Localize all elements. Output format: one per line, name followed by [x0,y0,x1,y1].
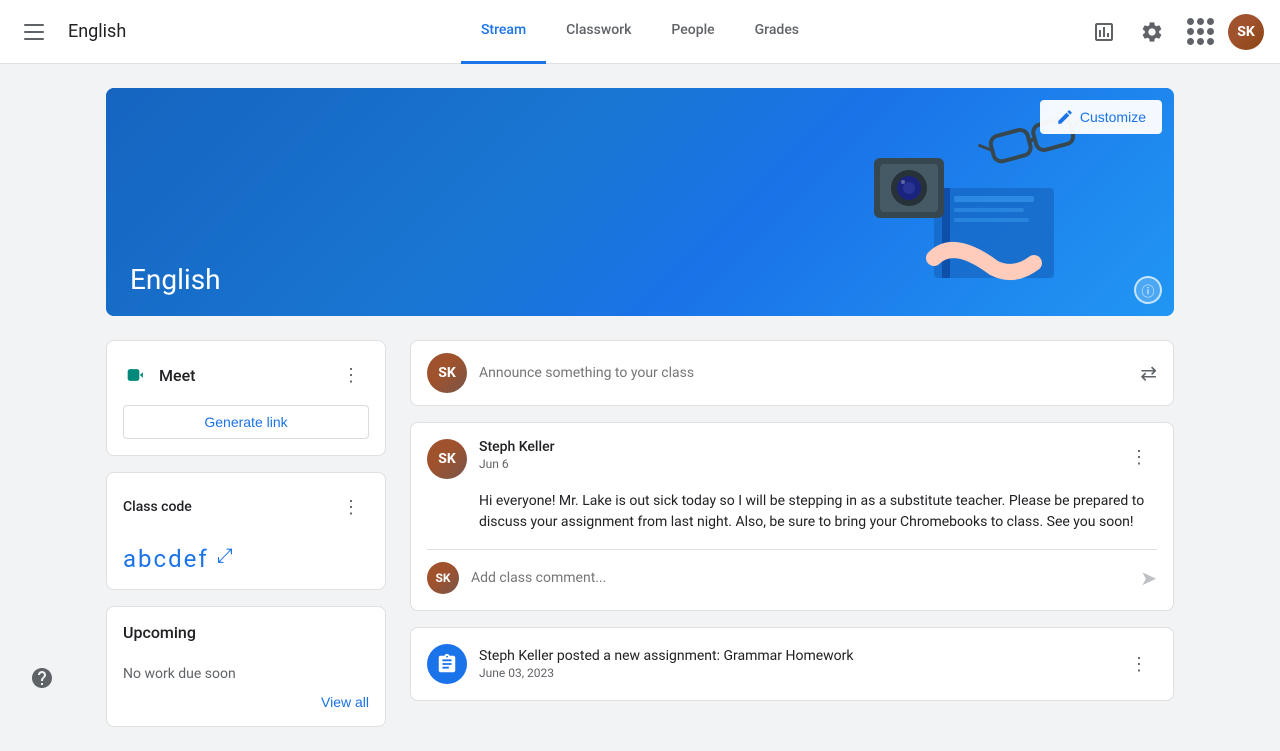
class-code-card: Class code ⋮ abcdef ⤢ [106,472,386,590]
apps-icon [1187,18,1214,45]
post-author: Steph Keller [479,439,1109,455]
post-more-button[interactable]: ⋮ [1121,439,1157,475]
send-icon[interactable]: ➤ [1140,566,1157,590]
share-icon[interactable]: ⇄ [1140,361,1157,385]
meet-more-button[interactable]: ⋮ [333,357,369,393]
comment-avatar: SK [427,562,459,594]
meet-header: Meet [123,361,195,389]
class-code-more-button[interactable]: ⋮ [333,489,369,525]
meet-card: Meet ⋮ Generate link [106,340,386,456]
sidebar: Meet ⋮ Generate link Class code ⋮ abcdef… [106,340,386,727]
class-code-header: Class code ⋮ [123,489,369,525]
class-code-value: abcdef [123,545,209,573]
main-navigation: Stream Classwork People Grades [196,0,1084,64]
expand-icon[interactable]: ⤢ [217,543,233,567]
meet-label: Meet [159,366,195,385]
chart-button[interactable] [1084,12,1124,52]
tab-classwork[interactable]: Classwork [546,0,651,64]
no-work-text: No work due soon [123,666,369,682]
hamburger-menu-button[interactable] [16,12,56,52]
upcoming-title: Upcoming [123,623,196,642]
generate-link-button[interactable]: Generate link [123,405,369,439]
assignment-date: June 03, 2023 [479,666,1109,680]
meet-card-header: Meet ⋮ [123,357,369,393]
assignment-icon [427,644,467,684]
post-date: Jun 6 [479,457,1109,471]
assignment-title: Steph Keller posted a new assignment: Gr… [479,648,1109,664]
upcoming-card: Upcoming No work due soon View all [106,606,386,727]
tab-people[interactable]: People [651,0,734,64]
assignment-header: Steph Keller posted a new assignment: Gr… [427,644,1157,684]
class-code-label: Class code [123,499,192,515]
chart-icon [1092,20,1116,44]
class-code-row: abcdef ⤢ [123,537,369,573]
app-header: English Stream Classwork People Grades S… [0,0,1280,64]
stream-area: SK ⇄ SK Steph Keller Jun 6 ⋮ Hi everyone… [410,340,1174,727]
banner-info-button[interactable]: ⓘ [1134,276,1162,304]
announce-avatar: SK [427,353,467,393]
clipboard-icon [436,653,458,675]
header-left: English [16,12,196,52]
comment-input[interactable] [471,570,1128,586]
main-content: Customize English ⓘ Meet [90,64,1190,751]
help-button[interactable] [24,660,60,696]
assignment-more-button[interactable]: ⋮ [1121,646,1157,682]
pencil-icon [1056,108,1074,126]
tab-grades[interactable]: Grades [735,0,819,64]
help-icon [30,666,54,690]
hamburger-icon [24,20,48,44]
banner-illustration [794,108,1114,308]
tab-stream[interactable]: Stream [461,0,546,64]
comment-area: SK ➤ [427,549,1157,594]
assignment-card: Steph Keller posted a new assignment: Gr… [410,627,1174,701]
settings-icon [1140,20,1164,44]
content-area: Meet ⋮ Generate link Class code ⋮ abcdef… [106,340,1174,727]
post-card: SK Steph Keller Jun 6 ⋮ Hi everyone! Mr.… [410,422,1174,611]
view-all-button[interactable]: View all [321,694,369,710]
post-body: Hi everyone! Mr. Lake is out sick today … [427,491,1157,533]
apps-button[interactable] [1180,12,1220,52]
post-meta: Steph Keller Jun 6 [479,439,1109,471]
class-banner: Customize English ⓘ [106,88,1174,316]
announce-input[interactable] [479,365,1128,381]
announce-card[interactable]: SK ⇄ [410,340,1174,406]
meet-icon [123,361,151,389]
customize-button[interactable]: Customize [1040,100,1162,134]
user-avatar[interactable]: SK [1228,14,1264,50]
app-title: English [68,21,126,42]
upcoming-header: Upcoming [123,623,369,654]
post-avatar: SK [427,439,467,479]
header-right: SK [1084,12,1264,52]
assignment-meta: Steph Keller posted a new assignment: Gr… [479,648,1109,680]
settings-button[interactable] [1132,12,1172,52]
post-header: SK Steph Keller Jun 6 ⋮ [427,439,1157,479]
banner-title: English [130,263,221,296]
